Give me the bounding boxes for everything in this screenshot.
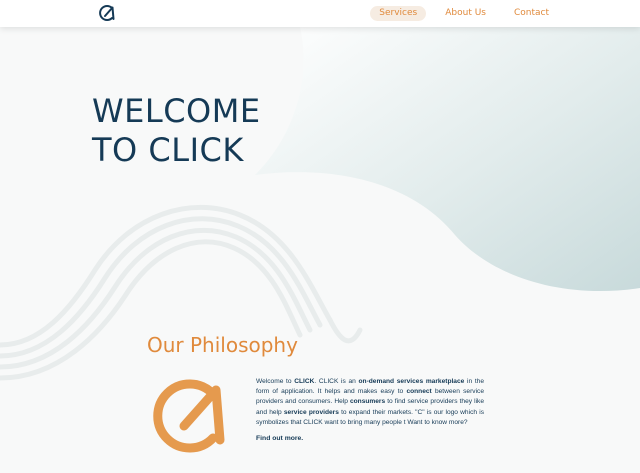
- text-segment: Welcome to: [256, 378, 295, 385]
- hero-title: WELCOME TO CLICK: [92, 92, 261, 170]
- bold-segment: connect: [406, 388, 432, 396]
- bold-segment: on-demand services marketplace: [358, 378, 465, 385]
- philosophy-heading: Our Philosophy: [147, 333, 298, 357]
- click-logo-icon[interactable]: [97, 4, 117, 22]
- bold-segment: service providers: [283, 408, 339, 416]
- hero-title-line2: TO CLICK: [92, 131, 244, 169]
- find-out-more-link[interactable]: Find out more.: [256, 434, 303, 444]
- nav-contact-link[interactable]: Contact: [505, 6, 558, 21]
- decorative-blob: [255, 27, 640, 292]
- philosophy-text: Welcome to CLICK. CLICK is an on-demand …: [256, 377, 484, 444]
- nav-services-link[interactable]: Services: [370, 6, 427, 21]
- navbar: Services About Us Contact: [0, 0, 640, 27]
- hero-title-line1: WELCOME: [92, 92, 261, 130]
- bold-segment: CLICK: [294, 378, 315, 385]
- nav-about-link[interactable]: About Us: [436, 6, 495, 21]
- text-segment: . CLICK is an: [314, 378, 359, 385]
- click-logo-large-icon: [153, 379, 225, 453]
- bold-segment: consumers: [349, 398, 386, 406]
- philosophy-paragraph: Welcome to CLICK. CLICK is an on-demand …: [256, 377, 484, 428]
- nav-menu: Services About Us Contact: [360, 6, 558, 21]
